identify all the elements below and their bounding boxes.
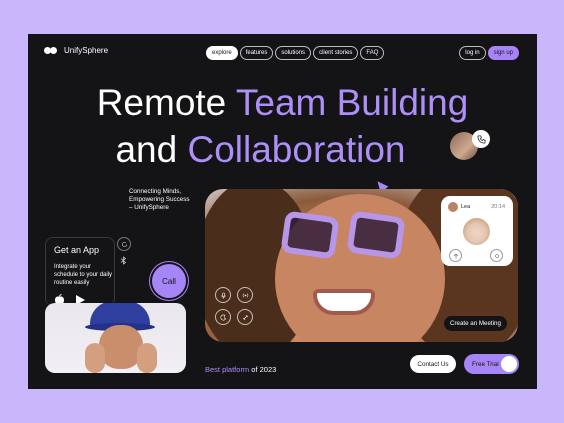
user-photo-cap xyxy=(45,303,186,373)
call-controls xyxy=(215,287,253,325)
hero-line1-text: Remote xyxy=(96,82,236,123)
contact-us-label: Contact Us xyxy=(417,360,449,368)
photo-smile xyxy=(313,289,375,315)
brand-name: UnifySphere xyxy=(64,46,109,55)
signup-button[interactable]: sign up xyxy=(487,46,519,60)
free-trial-label: Free Trial xyxy=(472,360,499,368)
moon-icon[interactable] xyxy=(215,309,231,325)
mic-icon[interactable] xyxy=(215,287,231,303)
bluetooth-icon[interactable] xyxy=(117,254,129,266)
get-app-card: Get an App Integrate your schedule to yo… xyxy=(45,237,115,306)
tagline: Connecting Minds, Empowering Success – U… xyxy=(129,188,209,212)
nav-solutions[interactable]: solutions xyxy=(275,46,312,60)
hero-line1-highlight: Team Building xyxy=(235,82,469,123)
best-platform-highlight: Best platform xyxy=(205,365,250,374)
call-button[interactable]: Call xyxy=(152,264,186,298)
hero-title-line-1: Remote Team Building xyxy=(28,82,537,124)
nav-explore[interactable]: explore xyxy=(206,46,238,60)
caller-avatar xyxy=(463,218,490,245)
accept-call-icon[interactable] xyxy=(449,249,462,262)
hero-title-line-2: and Collaboration xyxy=(28,129,515,171)
signal-icon[interactable] xyxy=(237,287,253,303)
refresh-icon[interactable] xyxy=(117,237,131,251)
best-platform-text: Best platform of 2023 xyxy=(205,365,276,374)
nav-features[interactable]: features xyxy=(239,46,274,60)
free-trial-toggle[interactable]: Free Trial xyxy=(464,354,519,374)
tagline-line-2: Empowering Success xyxy=(129,196,190,203)
decline-call-icon[interactable] xyxy=(490,249,503,262)
phone-icon[interactable] xyxy=(472,130,490,148)
create-meeting-button[interactable]: Create an Meeting xyxy=(444,316,507,331)
landing-page-frame: UnifySphere explore features solutions c… xyxy=(28,34,537,389)
auth-buttons: log in sign up xyxy=(459,46,519,60)
nav-client-stories[interactable]: client stories xyxy=(313,46,359,60)
hero-line2-text: and xyxy=(115,129,188,170)
logo-icon xyxy=(44,46,59,55)
get-app-description: Integrate your schedule to your daily ro… xyxy=(54,264,113,286)
brand-logo[interactable]: UnifySphere xyxy=(44,46,108,55)
photo-hand-left xyxy=(85,343,105,373)
incoming-call-card[interactable]: Lea 20:14 xyxy=(441,196,513,266)
login-button[interactable]: log in xyxy=(459,46,486,60)
nav-faq[interactable]: FAQ xyxy=(360,46,385,60)
hero-line2-highlight: Collaboration xyxy=(187,129,406,170)
toggle-knob xyxy=(501,356,517,372)
tagline-line-1: Connecting Minds, xyxy=(129,188,182,195)
best-platform-year: of 2023 xyxy=(249,365,277,374)
call-button-label: Call xyxy=(162,276,176,286)
get-app-title: Get an App xyxy=(54,245,100,255)
caller-avatar-small xyxy=(448,202,458,212)
photo-hand-right xyxy=(137,343,157,373)
tagline-line-3: – UnifySphere xyxy=(129,204,169,211)
main-nav: explore features solutions client storie… xyxy=(206,46,385,60)
caller-name: Lea xyxy=(461,204,471,210)
photo-sunglasses xyxy=(280,210,408,260)
contact-us-button[interactable]: Contact Us xyxy=(410,355,456,373)
call-time: 20:14 xyxy=(491,204,505,210)
link-icon[interactable] xyxy=(237,309,253,325)
